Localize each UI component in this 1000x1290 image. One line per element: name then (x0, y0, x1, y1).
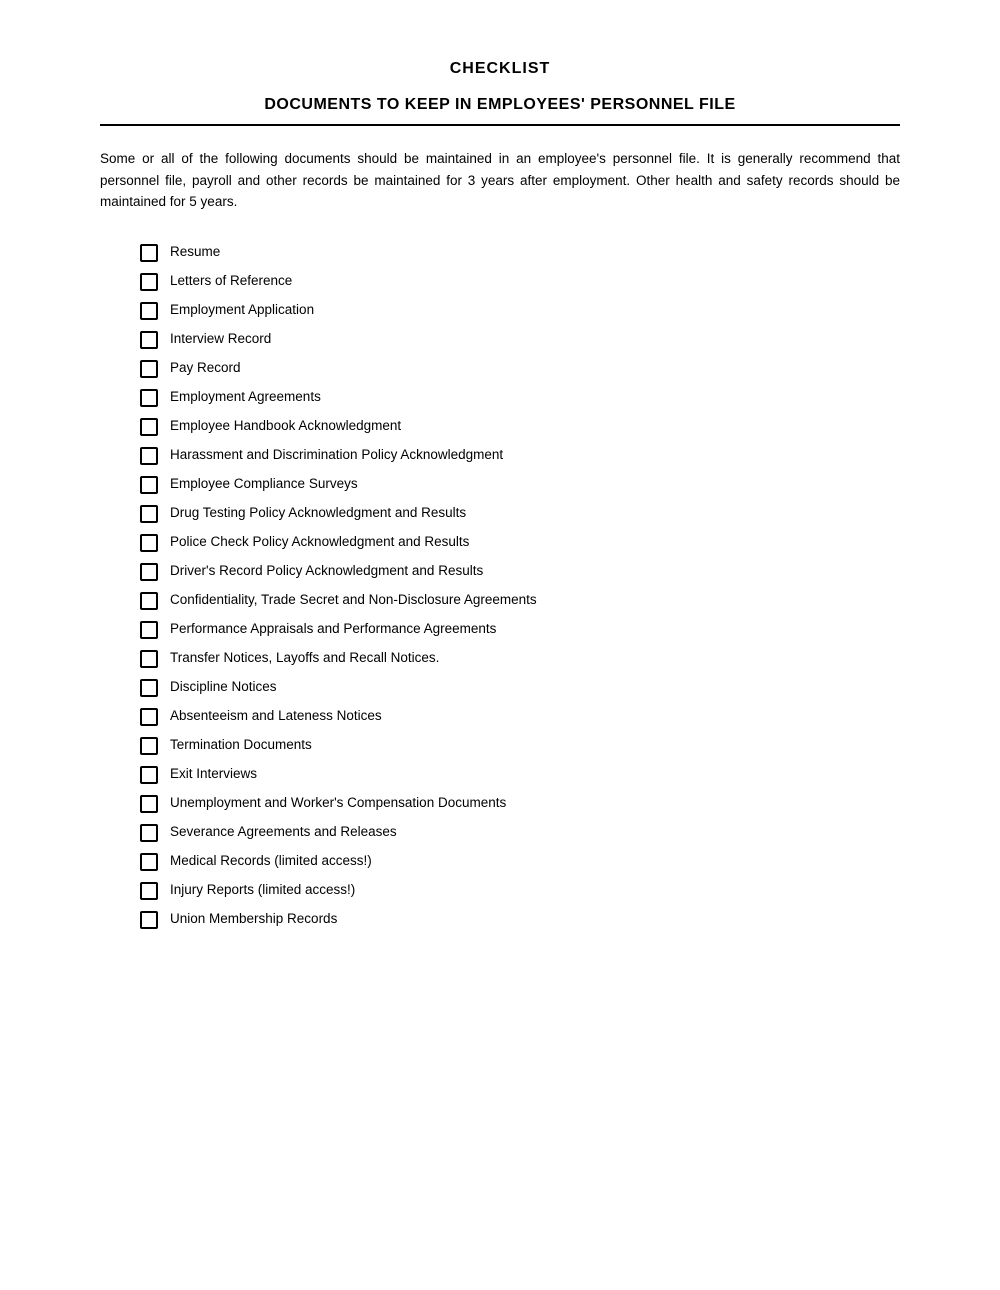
checklist-title: CHECKLIST (100, 60, 900, 78)
list-item[interactable]: Harassment and Discrimination Policy Ack… (140, 446, 900, 465)
checkbox-icon[interactable] (140, 824, 158, 842)
list-item[interactable]: Employee Handbook Acknowledgment (140, 417, 900, 436)
list-item[interactable]: Union Membership Records (140, 910, 900, 929)
title-section: CHECKLIST DOCUMENTS TO KEEP IN EMPLOYEES… (100, 60, 900, 114)
title-divider (100, 124, 900, 126)
checkbox-icon[interactable] (140, 650, 158, 668)
checkbox-icon[interactable] (140, 737, 158, 755)
item-label: Medical Records (limited access!) (170, 852, 900, 871)
list-item[interactable]: Driver's Record Policy Acknowledgment an… (140, 562, 900, 581)
list-item[interactable]: Employment Agreements (140, 388, 900, 407)
checkbox-icon[interactable] (140, 882, 158, 900)
item-label: Drug Testing Policy Acknowledgment and R… (170, 504, 900, 523)
list-item[interactable]: Interview Record (140, 330, 900, 349)
checkbox-icon[interactable] (140, 592, 158, 610)
checkbox-icon[interactable] (140, 244, 158, 262)
item-label: Unemployment and Worker's Compensation D… (170, 794, 900, 813)
checkbox-icon[interactable] (140, 563, 158, 581)
item-label: Exit Interviews (170, 765, 900, 784)
item-label: Severance Agreements and Releases (170, 823, 900, 842)
list-item[interactable]: Transfer Notices, Layoffs and Recall Not… (140, 649, 900, 668)
item-label: Employment Agreements (170, 388, 900, 407)
list-item[interactable]: Performance Appraisals and Performance A… (140, 620, 900, 639)
list-item[interactable]: Medical Records (limited access!) (140, 852, 900, 871)
item-label: Police Check Policy Acknowledgment and R… (170, 533, 900, 552)
intro-paragraph: Some or all of the following documents s… (100, 148, 900, 213)
item-label: Employee Compliance Surveys (170, 475, 900, 494)
checkbox-icon[interactable] (140, 302, 158, 320)
list-item[interactable]: Injury Reports (limited access!) (140, 881, 900, 900)
list-item[interactable]: Discipline Notices (140, 678, 900, 697)
item-label: Resume (170, 243, 900, 262)
item-label: Confidentiality, Trade Secret and Non-Di… (170, 591, 900, 610)
checkbox-icon[interactable] (140, 679, 158, 697)
item-label: Employment Application (170, 301, 900, 320)
checkbox-icon[interactable] (140, 795, 158, 813)
checkbox-icon[interactable] (140, 389, 158, 407)
checklist-list: Resume Letters of Reference Employment App… (100, 243, 900, 929)
item-label: Transfer Notices, Layoffs and Recall Not… (170, 649, 900, 668)
checkbox-icon[interactable] (140, 911, 158, 929)
main-title: DOCUMENTS TO KEEP IN EMPLOYEES' PERSONNE… (100, 96, 900, 114)
list-item[interactable]: Pay Record (140, 359, 900, 378)
item-label: Discipline Notices (170, 678, 900, 697)
list-item[interactable]: Police Check Policy Acknowledgment and R… (140, 533, 900, 552)
checkbox-icon[interactable] (140, 331, 158, 349)
list-item[interactable]: Resume (140, 243, 900, 262)
checkbox-icon[interactable] (140, 853, 158, 871)
list-item[interactable]: Employee Compliance Surveys (140, 475, 900, 494)
item-label: Letters of Reference (170, 272, 900, 291)
list-item[interactable]: Drug Testing Policy Acknowledgment and R… (140, 504, 900, 523)
checkbox-icon[interactable] (140, 708, 158, 726)
checkbox-icon[interactable] (140, 621, 158, 639)
checkbox-icon[interactable] (140, 418, 158, 436)
checkbox-icon[interactable] (140, 505, 158, 523)
item-label: Employee Handbook Acknowledgment (170, 417, 900, 436)
list-item[interactable]: Absenteeism and Lateness Notices (140, 707, 900, 726)
list-item[interactable]: Confidentiality, Trade Secret and Non-Di… (140, 591, 900, 610)
page: CHECKLIST DOCUMENTS TO KEEP IN EMPLOYEES… (0, 0, 1000, 1290)
checkbox-icon[interactable] (140, 766, 158, 784)
item-label: Termination Documents (170, 736, 900, 755)
item-label: Pay Record (170, 359, 900, 378)
item-label: Harassment and Discrimination Policy Ack… (170, 446, 900, 465)
checkbox-icon[interactable] (140, 447, 158, 465)
list-item[interactable]: Unemployment and Worker's Compensation D… (140, 794, 900, 813)
checkbox-icon[interactable] (140, 476, 158, 494)
list-item[interactable]: Exit Interviews (140, 765, 900, 784)
item-label: Driver's Record Policy Acknowledgment an… (170, 562, 900, 581)
item-label: Performance Appraisals and Performance A… (170, 620, 900, 639)
item-label: Injury Reports (limited access!) (170, 881, 900, 900)
item-label: Interview Record (170, 330, 900, 349)
list-item[interactable]: Employment Application (140, 301, 900, 320)
checkbox-icon[interactable] (140, 534, 158, 552)
item-label: Absenteeism and Lateness Notices (170, 707, 900, 726)
item-label: Union Membership Records (170, 910, 900, 929)
list-item[interactable]: Severance Agreements and Releases (140, 823, 900, 842)
list-item[interactable]: Termination Documents (140, 736, 900, 755)
checkbox-icon[interactable] (140, 273, 158, 291)
checkbox-icon[interactable] (140, 360, 158, 378)
list-item[interactable]: Letters of Reference (140, 272, 900, 291)
